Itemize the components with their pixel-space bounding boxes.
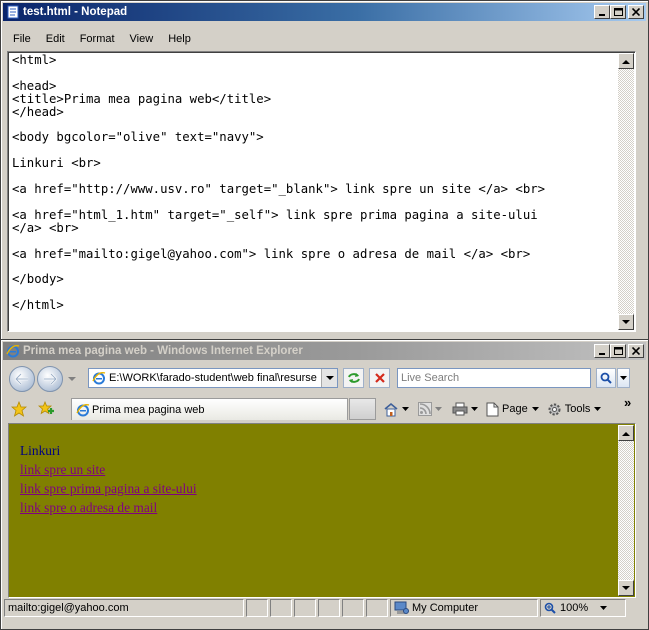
web-page: Linkuri link spre un site link spre prim… bbox=[20, 441, 197, 517]
forward-arrow-icon bbox=[44, 373, 57, 385]
close-button[interactable] bbox=[628, 5, 644, 19]
notepad-menubar: File Edit Format View Help bbox=[5, 33, 198, 45]
menu-view[interactable]: View bbox=[122, 33, 161, 45]
zoom-control[interactable]: 100% bbox=[540, 599, 626, 617]
page-icon bbox=[92, 371, 106, 385]
status-cell bbox=[366, 599, 388, 617]
close-icon bbox=[632, 8, 640, 16]
close-icon bbox=[632, 347, 640, 355]
home-icon[interactable] bbox=[383, 402, 399, 417]
notepad-window: test.html - Notepad File Edit Format Vie… bbox=[0, 0, 649, 340]
refresh-button[interactable] bbox=[343, 368, 364, 388]
computer-icon bbox=[394, 601, 409, 614]
search-options-button[interactable] bbox=[617, 368, 630, 388]
ie-app-icon bbox=[6, 344, 20, 358]
arrow-up-icon bbox=[622, 59, 630, 64]
status-cell bbox=[294, 599, 316, 617]
more-commands-chevron[interactable]: » bbox=[624, 395, 631, 410]
favorites-star-icon[interactable] bbox=[11, 401, 27, 417]
forward-button[interactable] bbox=[37, 366, 63, 392]
feeds-icon[interactable] bbox=[418, 402, 432, 416]
menu-edit[interactable]: Edit bbox=[38, 33, 72, 45]
page-icon bbox=[76, 403, 90, 417]
ie-vertical-scrollbar[interactable] bbox=[618, 425, 634, 596]
search-input[interactable]: Live Search bbox=[397, 368, 591, 388]
recent-pages-dropdown-icon[interactable] bbox=[68, 377, 76, 382]
page-menu-label[interactable]: Page bbox=[502, 403, 528, 415]
ie-window-buttons bbox=[594, 344, 644, 358]
ie-content-area: Linkuri link spre un site link spre prim… bbox=[8, 423, 636, 598]
status-cell bbox=[318, 599, 340, 617]
status-text: mailto:gigel@yahoo.com bbox=[4, 599, 244, 617]
menu-file[interactable]: File bbox=[5, 33, 38, 45]
chevron-down-icon[interactable] bbox=[402, 407, 409, 411]
zoom-icon bbox=[544, 602, 556, 614]
tab-prima-mea-pagina-web[interactable]: Prima mea pagina web bbox=[71, 398, 348, 420]
chevron-down-icon bbox=[620, 376, 627, 380]
security-zone[interactable]: My Computer bbox=[390, 599, 538, 617]
link-mail[interactable]: link spre o adresa de mail bbox=[20, 498, 197, 517]
zoom-level: 100% bbox=[560, 602, 589, 614]
maximize-button[interactable] bbox=[610, 5, 626, 19]
notepad-text-area[interactable]: <html> <head> <title>Prima mea pagina we… bbox=[7, 51, 636, 332]
back-arrow-icon bbox=[15, 373, 28, 385]
tools-menu-label[interactable]: Tools bbox=[565, 403, 591, 415]
gear-icon[interactable] bbox=[547, 402, 562, 417]
address-dropdown-button[interactable] bbox=[321, 369, 337, 387]
chevron-down-icon bbox=[325, 375, 334, 380]
ie-status-bar: mailto:gigel@yahoo.com My Computer 100% bbox=[4, 599, 645, 619]
ie-titlebar[interactable]: Prima mea pagina web - Windows Internet … bbox=[3, 342, 646, 360]
chevron-down-icon bbox=[600, 606, 608, 610]
status-cell bbox=[342, 599, 364, 617]
ie-title: Prima mea pagina web - Windows Internet … bbox=[23, 345, 303, 357]
address-text[interactable]: E:\WORK\farado-student\web final\resurse bbox=[109, 372, 317, 384]
arrow-down-icon bbox=[622, 585, 630, 590]
notepad-vertical-scrollbar[interactable] bbox=[618, 53, 634, 330]
menu-format[interactable]: Format bbox=[72, 33, 122, 45]
scroll-down-button[interactable] bbox=[618, 580, 634, 596]
address-bar[interactable]: E:\WORK\farado-student\web final\resurse bbox=[88, 368, 338, 388]
magnifier-icon bbox=[600, 372, 612, 384]
add-favorites-icon[interactable] bbox=[38, 401, 54, 417]
minimize-icon bbox=[599, 353, 605, 355]
menu-help[interactable]: Help bbox=[160, 33, 198, 45]
scroll-down-button[interactable] bbox=[618, 314, 634, 330]
refresh-icon bbox=[347, 373, 360, 383]
arrow-up-icon bbox=[622, 431, 630, 436]
stop-button[interactable] bbox=[369, 368, 390, 388]
maximize-icon bbox=[613, 347, 623, 355]
chevron-down-icon[interactable] bbox=[471, 407, 478, 411]
arrow-down-icon bbox=[622, 319, 630, 324]
status-cell bbox=[246, 599, 268, 617]
notepad-window-buttons bbox=[594, 5, 644, 19]
scroll-up-button[interactable] bbox=[618, 425, 634, 441]
notepad-title: test.html - Notepad bbox=[23, 6, 128, 18]
status-cell bbox=[270, 599, 292, 617]
link-site[interactable]: link spre un site bbox=[20, 460, 197, 479]
new-tab-button[interactable] bbox=[349, 398, 376, 420]
back-button[interactable] bbox=[9, 366, 35, 392]
minimize-icon bbox=[599, 14, 605, 16]
chevron-down-icon[interactable] bbox=[531, 407, 539, 411]
stop-icon bbox=[374, 373, 385, 383]
minimize-button[interactable] bbox=[594, 5, 610, 19]
page-menu-icon[interactable] bbox=[486, 402, 499, 417]
command-bar: Page Tools » bbox=[381, 395, 641, 420]
ie-maximize-button[interactable] bbox=[610, 344, 626, 358]
notepad-app-icon bbox=[7, 5, 19, 19]
link-first-page[interactable]: link spre prima pagina a site-ului bbox=[20, 479, 197, 498]
chevron-down-icon[interactable] bbox=[594, 407, 602, 411]
print-icon[interactable] bbox=[452, 402, 468, 416]
scroll-up-button[interactable] bbox=[618, 53, 634, 69]
notepad-text[interactable]: <html> <head> <title>Prima mea pagina we… bbox=[12, 54, 545, 312]
tab-label: Prima mea pagina web bbox=[92, 403, 205, 416]
ie-minimize-button[interactable] bbox=[594, 344, 610, 358]
maximize-icon bbox=[613, 8, 623, 16]
security-zone-label: My Computer bbox=[412, 602, 479, 614]
notepad-titlebar[interactable]: test.html - Notepad bbox=[3, 3, 646, 21]
ie-close-button[interactable] bbox=[628, 344, 644, 358]
search-button[interactable] bbox=[596, 368, 616, 388]
page-heading-text: Linkuri bbox=[20, 443, 61, 458]
chevron-down-icon[interactable] bbox=[435, 407, 442, 411]
